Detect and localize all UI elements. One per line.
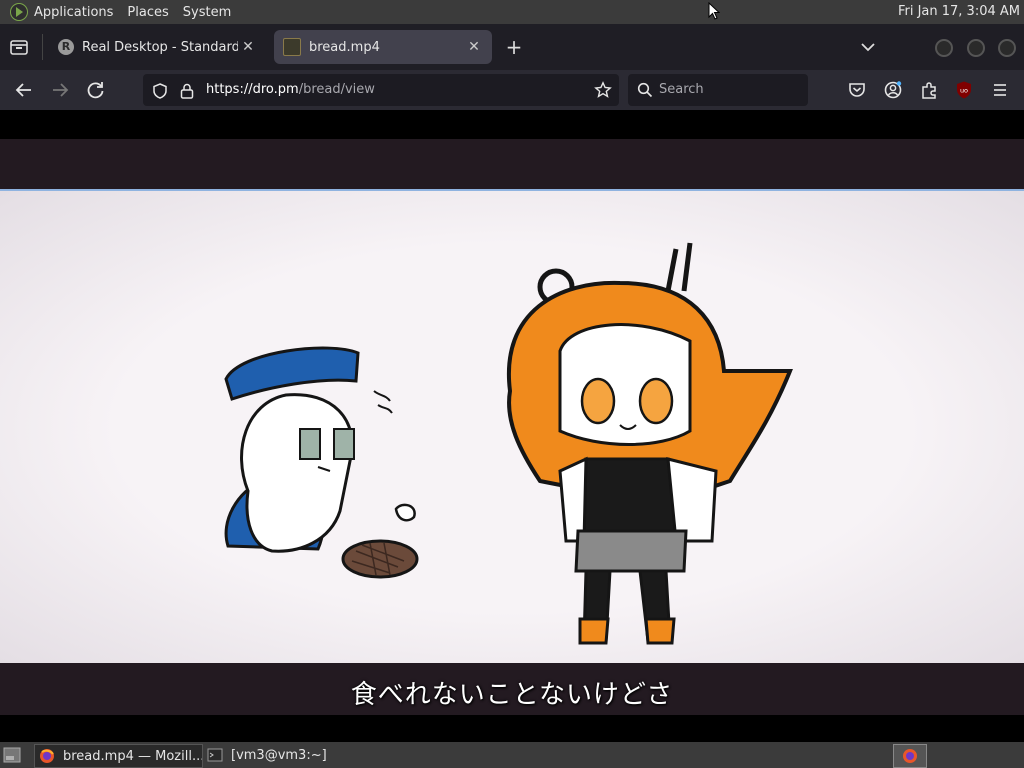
workspace-switcher[interactable]	[893, 744, 927, 768]
url-bar[interactable]: https://dro.pm/bread/view	[143, 74, 619, 106]
video-subtitle: 食べれないことないけどさ	[350, 680, 674, 710]
bread-loaf-illustration	[341, 503, 419, 579]
firefox-icon	[903, 749, 917, 763]
tab-real-desktop[interactable]: R Real Desktop - Standard ✕	[49, 30, 266, 64]
standing-character-illustration	[506, 242, 793, 645]
account-icon[interactable]	[882, 80, 904, 100]
search-icon	[637, 82, 653, 98]
tracking-shield-icon[interactable]	[151, 82, 169, 100]
menu-places[interactable]: Places	[127, 5, 168, 20]
tab-bar: R Real Desktop - Standard ✕ bread.mp4 ✕ …	[0, 24, 1024, 70]
mouse-cursor-icon	[708, 2, 720, 20]
menu-applications[interactable]: Applications	[34, 5, 113, 20]
sitting-character-illustration	[224, 346, 393, 553]
tab-title: Real Desktop - Standard	[82, 39, 238, 55]
close-window-button[interactable]	[998, 39, 1016, 57]
system-logo-icon[interactable]	[10, 3, 28, 21]
taskbar-item-firefox[interactable]: bread.mp4 — Mozill...	[34, 744, 203, 768]
close-tab-icon[interactable]: ✕	[464, 39, 484, 55]
menu-system[interactable]: System	[183, 5, 231, 20]
show-desktop-icon[interactable]	[3, 747, 21, 763]
letterbox-top	[0, 139, 1024, 189]
forward-arrow-icon[interactable]	[49, 80, 71, 100]
video-file-favicon-icon	[283, 38, 301, 56]
tab-bread-mp4[interactable]: bread.mp4 ✕	[274, 30, 492, 64]
firefox-view-icon[interactable]	[8, 37, 30, 57]
anime-scene-image	[224, 242, 793, 645]
taskbar-label: [vm3@vm3:~]	[231, 747, 327, 763]
chevron-down-icon[interactable]	[858, 38, 878, 56]
terminal-icon	[207, 748, 223, 762]
taskbar-item-terminal[interactable]: [vm3@vm3:~]	[203, 744, 371, 766]
taskbar: bread.mp4 — Mozill... [vm3@vm3:~]	[0, 742, 1024, 768]
minimize-window-button[interactable]	[935, 39, 953, 57]
bookmark-star-icon[interactable]	[594, 81, 612, 99]
url-domain: https://dro.pm	[206, 82, 299, 97]
svg-text:uo: uo	[960, 87, 968, 95]
ublock-origin-icon[interactable]: uo	[953, 80, 975, 100]
video-player[interactable]: 食べれないことないけどさ	[0, 110, 1024, 742]
system-panel: Applications Places System Fri Jan 17, 3…	[0, 0, 1024, 24]
tab-title: bread.mp4	[309, 39, 380, 55]
pocket-icon[interactable]	[846, 80, 868, 100]
maximize-window-button[interactable]	[967, 39, 985, 57]
back-arrow-icon[interactable]	[13, 80, 35, 100]
firefox-icon	[40, 749, 54, 763]
search-bar[interactable]: Search	[628, 74, 808, 106]
hamburger-menu-icon[interactable]	[989, 80, 1011, 100]
taskbar-label: bread.mp4 — Mozill...	[63, 748, 202, 764]
extensions-puzzle-icon[interactable]	[918, 80, 940, 100]
url-text: https://dro.pm/bread/view	[206, 74, 375, 106]
video-frame	[0, 189, 1024, 665]
navigation-bar: https://dro.pm/bread/view Search uo	[0, 70, 1024, 110]
real-desktop-favicon-icon: R	[58, 39, 74, 55]
close-tab-icon[interactable]: ✕	[238, 39, 258, 55]
clock[interactable]: Fri Jan 17, 3:04 AM	[898, 0, 1020, 24]
reload-icon[interactable]	[85, 80, 107, 100]
search-placeholder: Search	[659, 82, 704, 97]
lock-icon[interactable]	[179, 82, 195, 100]
url-path: /bread/view	[298, 82, 375, 97]
new-tab-button[interactable]: +	[503, 36, 525, 58]
